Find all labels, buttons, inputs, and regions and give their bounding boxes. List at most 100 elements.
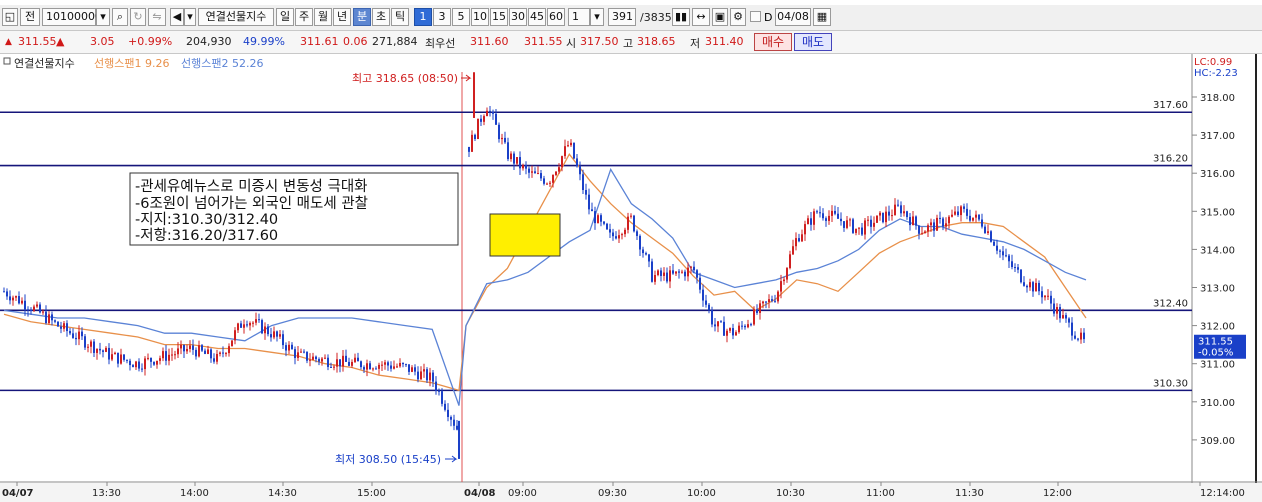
analysis-note[interactable]: -관세유예뉴스로 미증시 변동성 극대화 -6조원이 넘어가는 외국인 매도세 … xyxy=(129,172,459,246)
candle-body xyxy=(1008,255,1010,262)
candle-body xyxy=(666,272,668,282)
candle-body xyxy=(432,372,434,382)
candle-body xyxy=(450,416,452,420)
code-input[interactable]: 10100000 xyxy=(42,8,102,26)
candle-body xyxy=(1020,269,1022,283)
candle-body xyxy=(960,206,962,216)
candle-body xyxy=(612,232,614,237)
speaker-icon[interactable]: ◀ xyxy=(170,8,184,26)
candle-body xyxy=(87,346,89,348)
period-year[interactable]: 년 xyxy=(333,8,351,26)
buy-button[interactable]: 매수 xyxy=(754,33,792,51)
candle-body xyxy=(858,227,860,229)
level-label-4: 310.30 xyxy=(1153,378,1188,389)
candle-body xyxy=(303,351,305,353)
candle-body xyxy=(936,217,938,231)
candle-body xyxy=(153,361,155,365)
time-tick-label: 14:00 xyxy=(180,488,209,499)
candle-body xyxy=(111,354,113,360)
candle-body xyxy=(183,344,185,352)
candle-body xyxy=(390,365,392,369)
low-marker-label: 최저 308.50 (15:45) xyxy=(335,453,441,466)
price-chart[interactable]: 연결선물지수 선행스팬1 9.26 선행스팬2 52.26 LC:0.99 HC… xyxy=(0,54,1262,502)
candle-body xyxy=(756,309,758,313)
candle-body xyxy=(360,361,362,368)
candle-body xyxy=(786,268,788,280)
interval-5[interactable]: 5 xyxy=(452,8,470,26)
price-tick-label: 311.00 xyxy=(1200,360,1235,371)
page-position-input[interactable]: 391 xyxy=(608,8,636,26)
candle-body xyxy=(933,222,935,231)
period-second[interactable]: 초 xyxy=(372,8,390,26)
candle-body xyxy=(438,390,440,392)
period-month[interactable]: 월 xyxy=(314,8,332,26)
period-week[interactable]: 주 xyxy=(295,8,313,26)
interval-3[interactable]: 3 xyxy=(433,8,451,26)
candle-body xyxy=(453,419,455,426)
expand-icon[interactable]: ↔ xyxy=(692,8,710,26)
sell-button[interactable]: 매도 xyxy=(794,33,832,51)
candle-body xyxy=(150,357,152,362)
bars-icon[interactable]: ▮▮ xyxy=(672,8,690,26)
candle-body xyxy=(702,289,704,301)
search-icon[interactable]: ⌕ xyxy=(112,8,128,26)
candle-body xyxy=(492,111,494,114)
candle-body xyxy=(93,341,95,353)
candle-body xyxy=(1074,335,1076,339)
date-checkbox[interactable] xyxy=(750,11,761,22)
calendar-icon[interactable]: ▦ xyxy=(813,8,831,26)
candle-body xyxy=(300,351,302,353)
candle-body xyxy=(1026,285,1028,288)
candle-body xyxy=(663,272,665,276)
candle-body xyxy=(987,231,989,234)
count-dropdown-icon[interactable]: ▾ xyxy=(590,8,604,26)
candle-body xyxy=(1041,291,1043,298)
candle-body xyxy=(219,352,221,354)
candle-body xyxy=(273,331,275,338)
link-icon[interactable]: ⇋ xyxy=(148,8,166,26)
date-input[interactable]: 04/08 xyxy=(775,8,811,26)
candle-body xyxy=(474,134,476,140)
candle-body xyxy=(426,369,428,381)
candle-body xyxy=(897,204,899,206)
instrument-name[interactable]: 연결선물지수 xyxy=(198,8,274,26)
candle-body xyxy=(423,369,425,372)
interval-45[interactable]: 45 xyxy=(528,8,546,26)
toolbar: ◱ 전 10100000 ▾ ⌕ ↻ ⇋ ◀ ▾ 연결선물지수 일 주 월 년 … xyxy=(0,5,1262,31)
speaker-dropdown-icon[interactable]: ▾ xyxy=(184,8,196,26)
all-tab-button[interactable]: 전 xyxy=(20,8,40,26)
count-input[interactable]: 1 xyxy=(568,8,590,26)
candle-body xyxy=(765,301,767,303)
interval-30[interactable]: 30 xyxy=(509,8,527,26)
candle-body xyxy=(285,345,287,351)
save-icon[interactable]: ▣ xyxy=(712,8,728,26)
candle-body xyxy=(531,171,533,173)
candle-body xyxy=(693,266,695,271)
candle-body xyxy=(798,238,800,242)
note-line-3: -지지:310.30/312.40 xyxy=(135,211,278,228)
period-tick[interactable]: 틱 xyxy=(391,8,409,26)
interval-1[interactable]: 1 xyxy=(414,8,432,26)
candle-body xyxy=(18,296,20,304)
candle-body xyxy=(24,300,26,310)
interval-60[interactable]: 60 xyxy=(547,8,565,26)
window-menu-icon[interactable]: ◱ xyxy=(2,8,18,26)
period-minute[interactable]: 분 xyxy=(353,8,371,26)
gear-icon[interactable]: ⚙ xyxy=(730,8,746,26)
candle-body xyxy=(681,271,683,273)
candle-body xyxy=(105,347,107,352)
interval-10[interactable]: 10 xyxy=(471,8,489,26)
highlight-box[interactable] xyxy=(489,213,561,257)
period-day[interactable]: 일 xyxy=(276,8,294,26)
code-dropdown-icon[interactable]: ▾ xyxy=(96,8,110,26)
candle-body xyxy=(651,261,653,282)
candle-body xyxy=(852,219,854,233)
candle-body xyxy=(891,215,893,217)
candle-body xyxy=(918,225,920,234)
refresh-icon[interactable]: ↻ xyxy=(130,8,146,26)
interval-15[interactable]: 15 xyxy=(490,8,508,26)
candle-body xyxy=(1035,282,1037,292)
candle-body xyxy=(114,352,116,355)
candle-body xyxy=(534,171,536,174)
candle-body xyxy=(708,304,710,311)
